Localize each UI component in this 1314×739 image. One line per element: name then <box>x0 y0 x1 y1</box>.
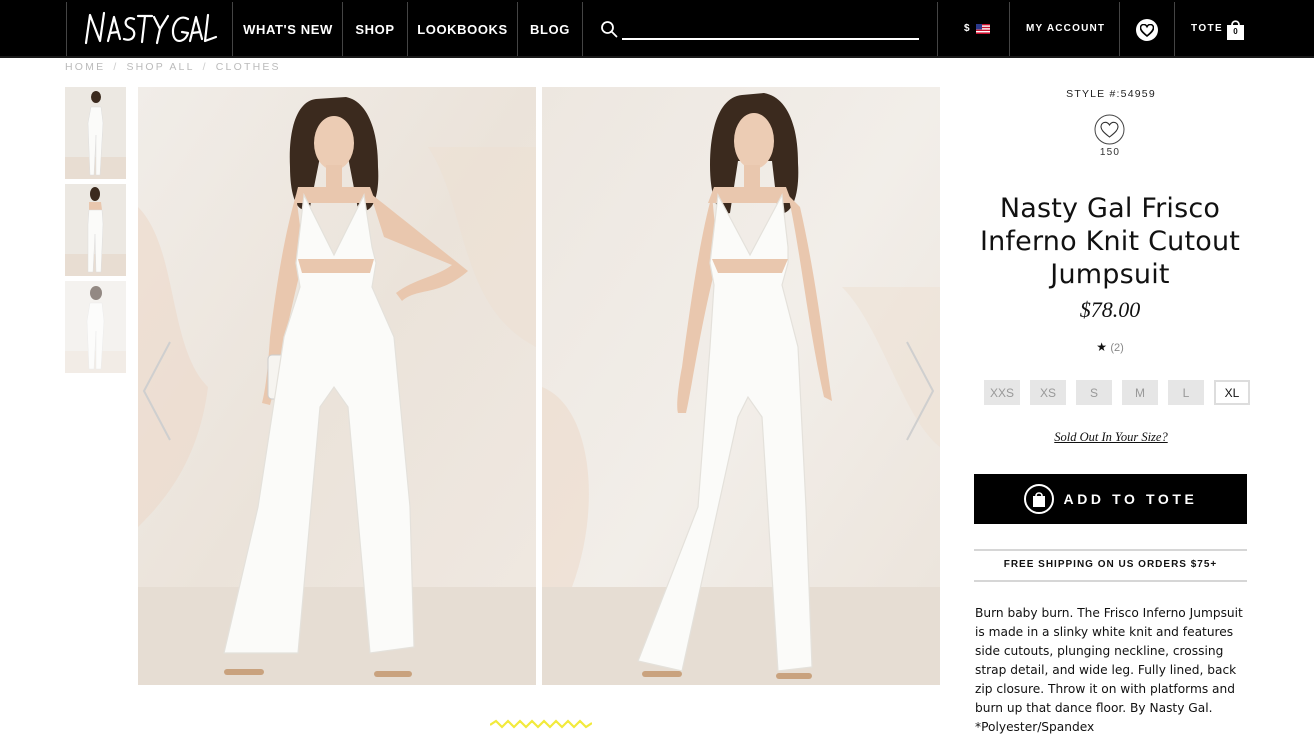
header-divider <box>1119 2 1120 56</box>
tote-count: 0 <box>1233 27 1238 36</box>
product-rating[interactable]: ★ (2) <box>975 340 1245 354</box>
loading-squiggle-icon <box>490 719 592 729</box>
wishlist-button[interactable] <box>1136 19 1158 41</box>
size-option-xs[interactable]: XS <box>1030 380 1066 405</box>
shopping-bag-icon <box>1032 491 1045 507</box>
breadcrumb-separator: / <box>113 61 119 73</box>
size-option-s[interactable]: S <box>1076 380 1112 405</box>
nav-blog[interactable]: BLOG <box>518 2 583 56</box>
product-price: $78.00 <box>1079 297 1141 322</box>
divider <box>974 580 1247 582</box>
sold-out-link[interactable]: Sold Out In Your Size? <box>975 430 1247 445</box>
size-option-l[interactable]: L <box>1168 380 1204 405</box>
nasty-gal-logo-icon <box>84 11 217 45</box>
size-option-m[interactable]: M <box>1122 380 1158 405</box>
header-divider <box>1174 2 1175 56</box>
currency-selector[interactable]: $ <box>964 23 990 34</box>
site-header: WHAT'S NEW SHOP LOOKBOOKS BLOG $ MY ACCO… <box>0 0 1314 58</box>
style-number: STYLE #:54959 <box>1066 88 1156 100</box>
star-icon: ★ <box>1096 340 1107 354</box>
add-to-tote-label: ADD TO TOTE <box>1063 491 1198 507</box>
thumbnail-front[interactable] <box>65 87 126 179</box>
divider <box>974 549 1247 551</box>
nav-whats-new[interactable]: WHAT'S NEW <box>234 2 343 56</box>
breadcrumb-shop-all[interactable]: SHOP ALL <box>126 61 194 73</box>
search-icon[interactable] <box>600 20 618 38</box>
size-option-xxs[interactable]: XXS <box>984 380 1020 405</box>
size-option-xl[interactable]: XL <box>1214 380 1250 405</box>
previous-image-arrow-icon[interactable] <box>142 340 172 442</box>
favorite-count: 150 <box>1099 147 1121 158</box>
my-account-link[interactable]: MY ACCOUNT <box>1026 23 1105 34</box>
currency-symbol: $ <box>964 23 970 34</box>
thumbnail-detail[interactable] <box>65 281 126 373</box>
review-count: (2) <box>1110 342 1124 354</box>
header-divider <box>937 2 938 56</box>
breadcrumb: HOME / SHOP ALL / CLOTHES <box>65 61 281 73</box>
thumbnail-back[interactable] <box>65 184 126 276</box>
bag-circle-icon <box>1023 484 1054 514</box>
tote-link[interactable]: TOTE <box>1191 23 1223 34</box>
material-text: *Polyester/Spandex <box>975 720 1095 734</box>
breadcrumb-clothes[interactable]: CLOTHES <box>216 61 281 73</box>
header-divider <box>1009 2 1010 56</box>
breadcrumb-separator: / <box>202 61 208 73</box>
favorite-heart-icon[interactable] <box>1094 114 1125 145</box>
size-selector: XXS XS S M L XL <box>984 380 1250 405</box>
product-title: Nasty Gal Frisco Inferno Knit Cutout Jum… <box>979 193 1241 290</box>
shipping-notice: FREE SHIPPING ON US ORDERS $75+ <box>1003 559 1218 570</box>
heart-icon <box>1140 23 1154 37</box>
description-text: Burn baby burn. The Frisco Inferno Jumps… <box>975 606 1243 715</box>
product-description: Burn baby burn. The Frisco Inferno Jumps… <box>975 604 1250 737</box>
product-photo-side[interactable] <box>542 87 940 685</box>
site-logo[interactable] <box>66 2 233 56</box>
breadcrumb-home[interactable]: HOME <box>65 61 105 73</box>
us-flag-icon <box>975 23 990 34</box>
search-input[interactable] <box>622 18 919 40</box>
add-to-tote-button[interactable]: ADD TO TOTE <box>974 474 1247 524</box>
product-photo-front[interactable] <box>138 87 536 685</box>
nav-shop[interactable]: SHOP <box>343 2 408 56</box>
nav-lookbooks[interactable]: LOOKBOOKS <box>408 2 518 56</box>
next-image-arrow-icon[interactable] <box>905 340 935 442</box>
